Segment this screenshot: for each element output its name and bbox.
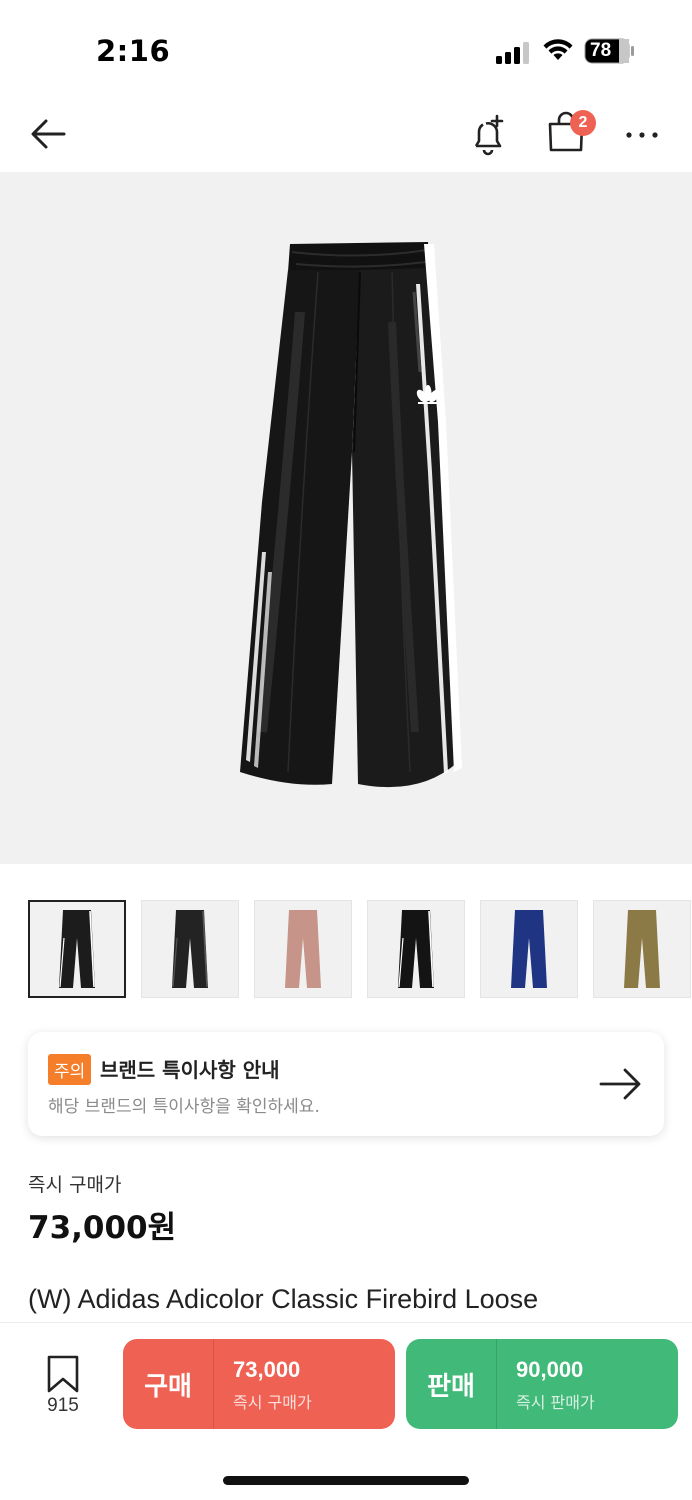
thumbnail-pink[interactable] xyxy=(254,900,352,998)
buy-divider xyxy=(213,1339,214,1429)
buy-price: 73,000 xyxy=(233,1357,301,1382)
status-time: 2:16 xyxy=(96,34,171,68)
buy-button[interactable]: 구매 73,000 즉시 구매가 xyxy=(123,1339,395,1429)
sell-label: 판매 xyxy=(427,1371,475,1402)
battery-indicator: 78 xyxy=(584,38,636,64)
bottom-action-bar: 915 구매 73,000 즉시 구매가 판매 90,000 즉시 판매가 xyxy=(0,1322,692,1500)
signal-icon xyxy=(496,42,529,64)
notice-tag: 주의 xyxy=(48,1054,92,1085)
sell-divider xyxy=(496,1339,497,1429)
sell-price-caption: 즉시 판매가 xyxy=(516,1393,595,1412)
instant-buy-price: 73,000원 xyxy=(28,1210,177,1246)
product-image[interactable] xyxy=(0,172,692,864)
sell-button[interactable]: 판매 90,000 즉시 판매가 xyxy=(406,1339,678,1429)
cart-count-badge: 2 xyxy=(570,110,596,136)
buy-price-caption: 즉시 구매가 xyxy=(233,1393,312,1412)
thumbnail-black-pinstripe[interactable] xyxy=(141,900,239,998)
arrow-left-icon[interactable] xyxy=(26,112,72,156)
thumbnail-navy[interactable] xyxy=(480,900,578,998)
buy-label: 구매 xyxy=(144,1371,192,1402)
bell-plus-icon[interactable] xyxy=(466,112,510,156)
wishlist-button[interactable]: 915 xyxy=(28,1349,98,1419)
wishlist-count: 915 xyxy=(47,1395,79,1416)
notice-subtitle: 해당 브랜드의 특이사항을 확인하세요. xyxy=(48,1097,320,1117)
thumbnail-pants-image xyxy=(398,910,434,988)
home-indicator[interactable] xyxy=(223,1476,469,1485)
more-horizontal-icon[interactable] xyxy=(622,120,662,150)
thumbnail-pants-image xyxy=(172,910,208,988)
status-bar: 2:16 78 xyxy=(0,0,692,100)
track-pants-illustration xyxy=(240,242,462,788)
instant-buy-price-label: 즉시 구매가 xyxy=(28,1174,122,1196)
product-name: (W) Adidas Adicolor Classic Firebird Loo… xyxy=(28,1284,539,1314)
thumbnail-pants-image xyxy=(285,910,321,988)
thumbnail-olive[interactable] xyxy=(593,900,691,998)
wifi-icon xyxy=(543,39,573,60)
thumbnail-pants-image xyxy=(59,910,95,988)
battery-level: 78 xyxy=(590,40,612,61)
thumbnail-black-white[interactable] xyxy=(367,900,465,998)
thumbnail-pants-image xyxy=(624,910,660,988)
arrow-right-icon[interactable] xyxy=(598,1064,644,1104)
thumbnail-pants-image xyxy=(511,910,547,988)
notice-title: 브랜드 특이사항 안내 xyxy=(100,1058,280,1082)
thumbnail-black[interactable] xyxy=(28,900,126,998)
sell-price: 90,000 xyxy=(516,1357,584,1382)
bookmark-icon xyxy=(47,1355,79,1393)
thumbnail-strip xyxy=(28,900,692,998)
brand-notice-card[interactable]: 주의 브랜드 특이사항 안내 해당 브랜드의 특이사항을 확인하세요. xyxy=(28,1032,664,1136)
